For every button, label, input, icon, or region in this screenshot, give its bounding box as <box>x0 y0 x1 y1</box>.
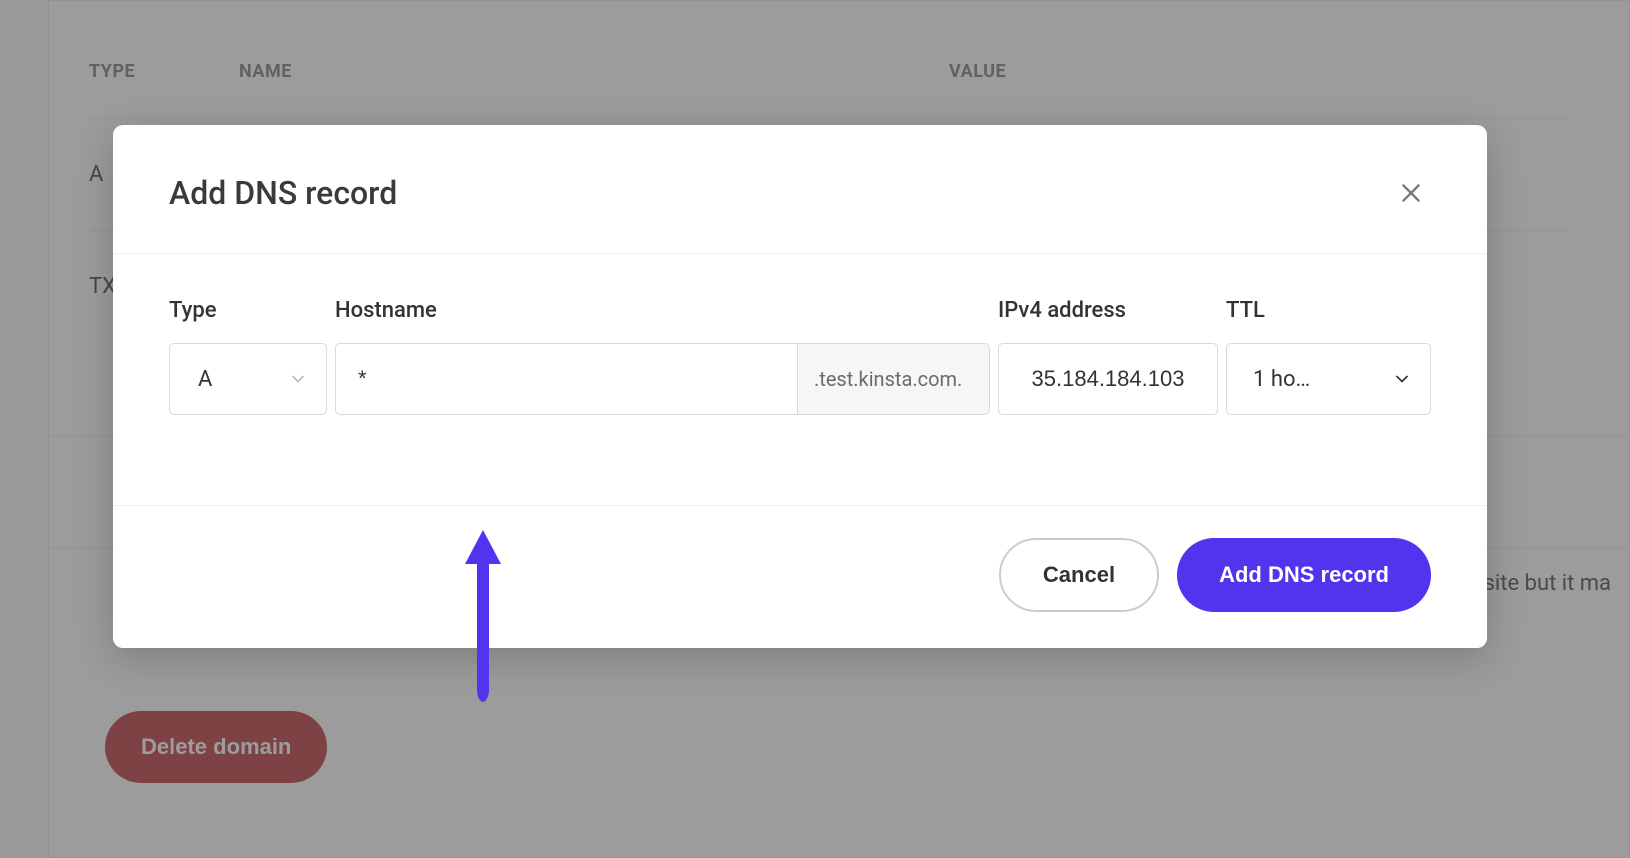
field-ipv4: IPv4 address <box>998 298 1218 415</box>
cancel-button[interactable]: Cancel <box>999 538 1159 612</box>
add-dns-record-modal: Add DNS record Type A Hostname <box>113 125 1487 648</box>
ttl-label: TTL <box>1226 298 1431 323</box>
field-ttl: TTL 1 ho… <box>1226 298 1431 415</box>
modal-title: Add DNS record <box>169 174 397 212</box>
ipv4-input[interactable] <box>1021 344 1195 414</box>
ttl-select[interactable]: 1 ho… <box>1226 343 1431 415</box>
modal-body: Type A Hostname .test.kinsta.com. <box>113 254 1487 505</box>
close-icon <box>1398 180 1424 206</box>
chevron-down-icon <box>288 369 308 389</box>
chevron-down-icon <box>1392 369 1412 389</box>
hostname-label: Hostname <box>335 298 990 323</box>
modal-header: Add DNS record <box>113 125 1487 254</box>
hostname-input-wrapper <box>335 343 798 415</box>
type-select-value: A <box>198 367 212 392</box>
modal-footer: Cancel Add DNS record <box>113 505 1487 648</box>
ipv4-label: IPv4 address <box>998 298 1218 323</box>
close-button[interactable] <box>1391 173 1431 213</box>
type-label: Type <box>169 298 327 323</box>
ttl-select-value: 1 ho… <box>1253 367 1310 392</box>
ipv4-input-wrapper <box>998 343 1218 415</box>
type-select[interactable]: A <box>169 343 327 415</box>
hostname-input[interactable] <box>358 344 775 414</box>
add-dns-record-button[interactable]: Add DNS record <box>1177 538 1431 612</box>
field-hostname: Hostname .test.kinsta.com. <box>335 298 990 415</box>
hostname-suffix: .test.kinsta.com. <box>798 343 990 415</box>
field-type: Type A <box>169 298 327 415</box>
